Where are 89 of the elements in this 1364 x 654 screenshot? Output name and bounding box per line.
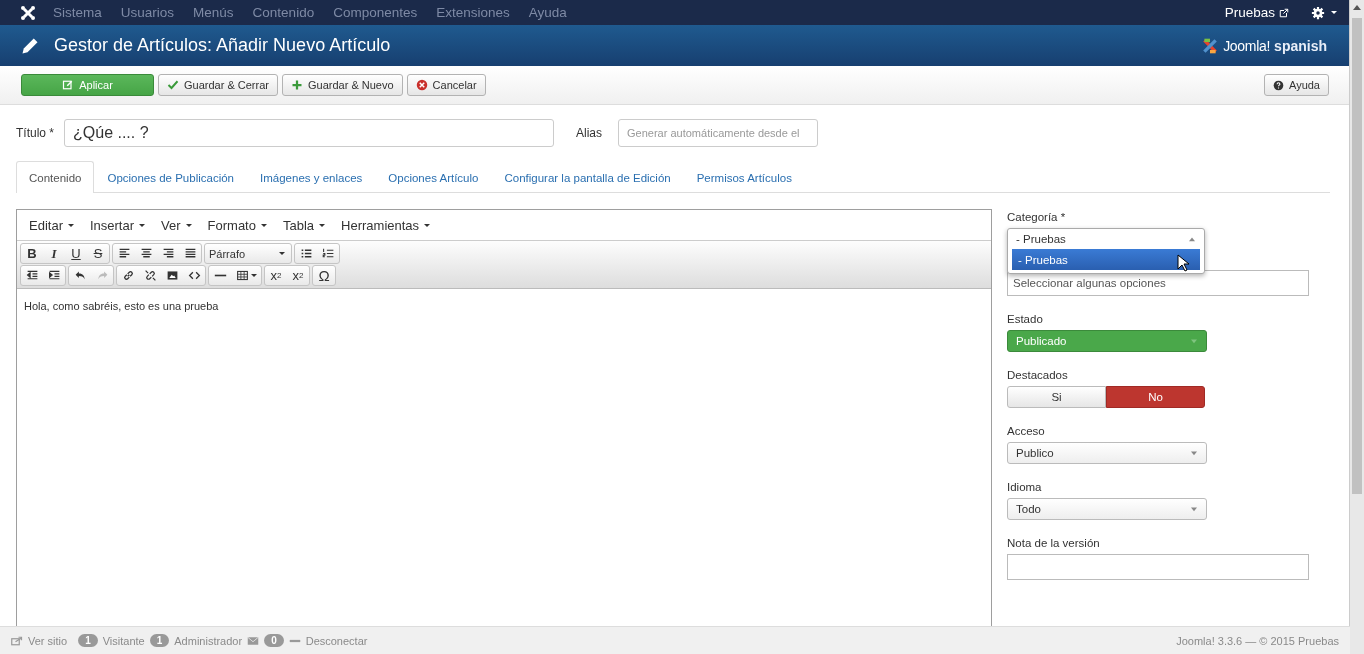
justify-icon [183,247,197,260]
nav-menu-item[interactable]: Ayuda [528,5,567,20]
tab[interactable]: Opciones Artículo [375,161,492,193]
field-label: Estado [1007,313,1044,325]
mouse-pointer-icon [1177,254,1189,272]
logo-suffix: spanish [1274,37,1327,54]
field-label: Destacados [1007,369,1069,381]
admins-label: Administrador [174,634,243,647]
settings-menu[interactable] [1311,5,1337,20]
block-format-select[interactable]: Párrafo [205,244,291,263]
tags-field[interactable]: Seleccionar algunas opciones [1007,270,1309,296]
caret-up-icon [1188,236,1196,242]
format-button[interactable]: I [43,244,65,263]
nav-menu-item[interactable]: Usuarios [120,5,175,20]
link-icon [121,269,135,282]
joomla-logo-icon [1201,36,1220,55]
indent-icon [47,269,61,282]
tab[interactable]: Opciones de Publicación [94,161,248,193]
dropdown-option[interactable]: - Pruebas [1012,249,1200,270]
alias-label: Alias [576,126,603,140]
site-link[interactable]: Pruebas [1224,5,1289,20]
nav-menu-item[interactable]: Sistema [53,5,102,20]
category-dropdown[interactable]: - Pruebas - Pruebas [1007,228,1205,274]
field-label: Nota de la versión [1007,537,1101,549]
visitors-label: Visitante [102,634,145,647]
outdent-icon [25,269,39,282]
editor-menu[interactable]: Ver [153,217,200,233]
scrollbar-thumb[interactable] [1352,18,1362,494]
help-button[interactable]: Ayuda [1264,74,1329,96]
unlink-icon [143,269,157,282]
editor-menu[interactable]: Editar [21,217,82,233]
tab[interactable]: Permisos Artículos [683,161,805,193]
logo-text: Joomla! [1223,37,1271,54]
field-label: Categoría * [1007,211,1067,223]
field-label: Acceso [1007,425,1046,437]
align-right-icon [161,247,175,260]
align-center-icon [139,247,153,260]
editor-menu[interactable]: Tabla [274,217,334,233]
format-button[interactable]: S [87,244,109,263]
format-button[interactable]: B [21,244,43,263]
share-icon [11,634,23,647]
table-icon [235,269,249,282]
nav-menu-item[interactable]: Menús [193,5,234,20]
editor-text: Hola, como sabréis, esto es una prueba [24,300,219,312]
toolbar-button[interactable]: Cancelar [406,74,486,96]
joomla-logo-icon [20,4,36,21]
toolbar-button[interactable]: Guardar & Nuevo [282,74,403,96]
tab[interactable]: Imágenes y enlaces [247,161,376,193]
external-link-icon [1279,7,1289,18]
editor-menu[interactable]: Formato [199,217,275,233]
field-label: Idioma [1007,481,1043,493]
text-field[interactable] [1007,554,1309,580]
symbol-button[interactable]: Ω [313,266,335,285]
caret-down-icon [1190,506,1198,512]
edit-icon [62,79,75,91]
title-label: Título * [16,126,54,140]
title-field[interactable]: ¿Qúe .... ? [64,119,554,147]
select-field[interactable]: Todo [1007,498,1207,520]
count-badge: 1 [149,634,170,647]
nav-menu-item[interactable]: Extensiones [436,5,510,20]
script-button[interactable]: x$^{2}$ [287,266,309,285]
cancel-icon [415,79,428,91]
toolbar-button[interactable]: Guardar & Cerrar [158,74,278,96]
count-badge: 1 [78,634,98,647]
nav-menu-item[interactable]: Componentes [333,5,418,20]
caret-down-icon [1190,450,1198,456]
toggle-option[interactable]: No [1106,386,1205,408]
numbered-list-icon [321,247,335,260]
format-button[interactable]: U [65,244,87,263]
nav-menu-item[interactable]: Contenido [252,5,315,20]
editor-menu[interactable]: Insertar [81,217,154,233]
select-field[interactable]: Publico [1007,442,1207,464]
page-title: Gestor de Artículos: Añadir Nuevo Artículo [54,35,391,56]
mail-icon [247,634,260,647]
toggle-option[interactable]: Si [1007,386,1106,408]
tab[interactable]: Configurar la pantalla de Edición [491,161,684,193]
bullet-list-icon [299,247,313,260]
plus-icon [291,79,303,91]
align-left-icon [117,247,131,260]
caret-down-icon [1190,338,1198,344]
tab[interactable]: Contenido [16,161,95,193]
scroll-up-icon[interactable] [1353,4,1361,12]
image-icon [165,269,179,282]
settings-icon [1311,5,1325,20]
help-icon [1273,79,1284,91]
code-icon [187,269,201,282]
editor-menu[interactable]: Herramientas [333,217,439,233]
version-text: Joomla! 3.3.6 — © 2015 Pruebas [1176,634,1339,647]
check-icon [167,79,179,91]
